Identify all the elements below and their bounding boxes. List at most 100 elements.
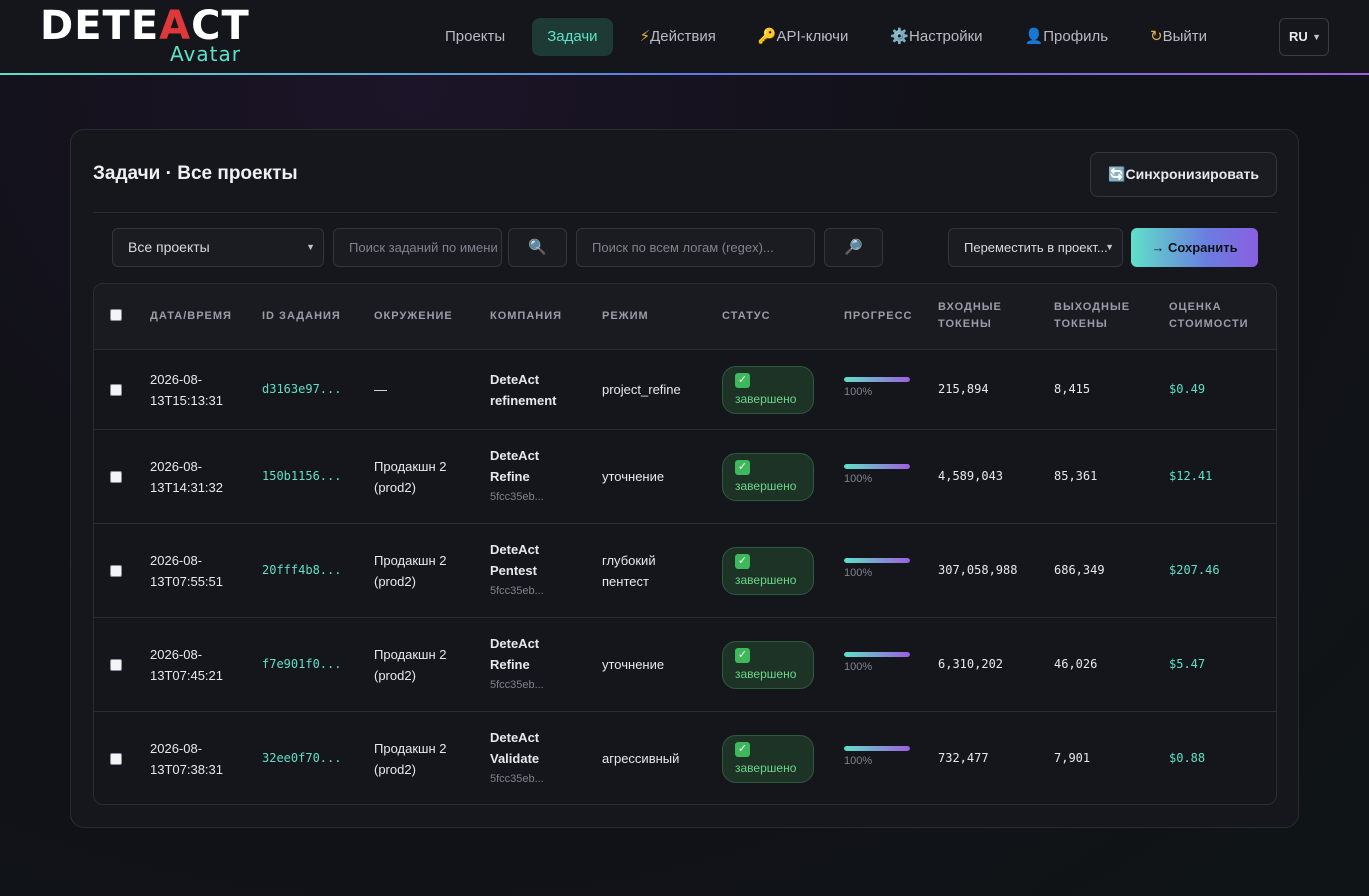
cost-estimate: $12.41 [1169, 469, 1213, 483]
environment-name: Продакшн 2 [374, 553, 447, 568]
column-header[interactable]: РЕЖИМ [602, 308, 712, 325]
nav-item-5[interactable]: 👤Профиль [1010, 18, 1123, 56]
table-row[interactable]: 2026-08- 13T07:55:51 20fff4b8... Продакшн 2… [94, 524, 1276, 618]
datetime-cell: 2026-08- 13T15:13:31 [150, 369, 223, 411]
table-row[interactable]: 2026-08- 13T15:13:31 d3163e97... — DeteAct re… [94, 350, 1276, 430]
nav-item-label: Профиль [1043, 28, 1109, 45]
table-row[interactable]: 2026-08- 13T07:45:21 f7e901f0... Продакшн 2… [94, 618, 1276, 712]
nav-item-label: Действия [650, 28, 716, 45]
nav-item-label: Задачи [547, 28, 598, 45]
nav-item-0[interactable]: Проекты [430, 18, 520, 56]
select-all-checkbox[interactable] [110, 309, 122, 321]
progress-track [844, 746, 910, 751]
company-cell: DeteAct refinement [490, 369, 556, 411]
status-text: завершено [735, 573, 797, 587]
column-header[interactable]: КОМПАНИЯ [490, 308, 600, 325]
task-id-link[interactable]: 20fff4b8... [262, 560, 341, 581]
main-nav: Проекты Задачи ⚡Действия 🔑API-ключи ⚙️Настро… [430, 18, 1234, 56]
logout-icon: ↻ [1150, 28, 1163, 45]
environment-cell: Продакшн 2 (prod2) [374, 456, 446, 498]
environment-name: Продакшн 2 [374, 741, 447, 756]
log-search-input[interactable]: Поиск по всем логам (regex)... [576, 228, 815, 267]
save-button[interactable]: → Сохранить [1131, 228, 1258, 267]
status-badge: ✓ завершено [722, 366, 814, 414]
nav-item-label: Выйти [1162, 28, 1208, 45]
search-icon: 🔎 [844, 239, 863, 256]
progress-track [844, 464, 910, 469]
mode-line1: project_refine [602, 382, 681, 397]
task-search-input[interactable]: Поиск заданий по имени [333, 228, 502, 267]
environment-name: Продакшн 2 [374, 647, 447, 662]
mode-cell: агрессивный [602, 748, 679, 769]
column-header[interactable]: ВЫХОДНЫЕ ТОКЕНЫ [1054, 299, 1154, 333]
mode-cell: уточнение [602, 466, 664, 487]
status-text: завершено [735, 392, 797, 406]
company-name-line1: DeteAct [490, 730, 540, 745]
progress-bar: 100% [844, 746, 910, 767]
company-id: 5fcc35eb... [490, 491, 544, 503]
progress-label: 100% [844, 661, 873, 673]
company-cell: DeteAct Refine 5fcc35eb... [490, 445, 544, 507]
check-icon: ✓ [735, 554, 750, 569]
table-row[interactable]: 2026-08- 13T14:31:32 150b1156... Продакшн 2… [94, 430, 1276, 524]
company-id: 5fcc35eb... [490, 679, 544, 691]
date-text: 2026-08- [150, 459, 203, 474]
column-header[interactable]: ВХОДНЫЕ ТОКЕНЫ [938, 299, 1038, 333]
company-name-line2: refinement [490, 393, 557, 408]
logo[interactable]: DETEACT Avatar [40, 6, 260, 66]
company-cell: DeteAct Validate 5fcc35eb... [490, 727, 544, 789]
column-header[interactable]: СТАТУС [722, 308, 832, 325]
company-name-line1: DeteAct [490, 372, 540, 387]
row-checkbox[interactable] [110, 471, 122, 483]
nav-item-6[interactable]: ↻Выйти [1135, 18, 1222, 56]
column-header[interactable]: ОЦЕНКА СТОИМОСТИ [1169, 299, 1269, 333]
company-id: 5fcc35eb... [490, 585, 544, 597]
row-checkbox[interactable] [110, 659, 122, 671]
task-id-link[interactable]: f7e901f0... [262, 654, 341, 675]
check-icon: ✓ [735, 742, 750, 757]
progress-bar: 100% [844, 377, 910, 398]
progress-track [844, 652, 910, 657]
progress-fill [844, 464, 910, 469]
row-checkbox[interactable] [110, 753, 122, 765]
task-search-button[interactable]: 🔍 [508, 228, 567, 267]
column-header[interactable]: ОКРУЖЕНИЕ [374, 308, 484, 325]
nav-item-1[interactable]: Задачи [532, 18, 613, 56]
cost-estimate: $0.88 [1169, 751, 1206, 765]
language-select[interactable]: RU ▼ [1279, 18, 1329, 56]
status-badge: ✓ завершено [722, 453, 814, 501]
chevron-down-icon: ▼ [1105, 242, 1114, 252]
table-header: ДАТА/ВРЕМЯ ID ЗАДАНИЯ ОКРУЖЕНИЕ КОМПАНИЯ РЕЖ… [94, 284, 1276, 350]
status-text: завершено [735, 667, 797, 681]
output-tokens: 686,349 [1054, 563, 1105, 577]
status-text: завершено [735, 761, 797, 775]
row-checkbox[interactable] [110, 384, 122, 396]
move-to-project-select[interactable]: Переместить в проект... ▼ [948, 228, 1123, 267]
cost-estimate: $207.46 [1169, 563, 1220, 577]
divider [93, 212, 1277, 213]
progress-track [844, 558, 910, 563]
time-text: 13T07:38:31 [150, 762, 224, 777]
row-checkbox[interactable] [110, 565, 122, 577]
language-value: RU [1289, 29, 1308, 44]
table-row[interactable]: 2026-08- 13T07:38:31 32ee0f70... Продакшн 2… [94, 712, 1276, 804]
project-filter-select[interactable]: Все проекты ▼ [112, 228, 324, 267]
task-id-link[interactable]: 150b1156... [262, 466, 341, 487]
environment-name: Продакшн 2 [374, 459, 447, 474]
sync-button[interactable]: 🔄Синхронизировать [1090, 152, 1277, 197]
tasks-panel: Задачи · Все проекты 🔄Синхронизировать В… [70, 129, 1299, 828]
project-filter-value: Все проекты [128, 239, 210, 255]
nav-item-2[interactable]: ⚡Действия [625, 18, 731, 56]
nav-item-4[interactable]: ⚙️Настройки [875, 18, 997, 56]
task-id-link[interactable]: d3163e97... [262, 379, 341, 400]
task-id-link[interactable]: 32ee0f70... [262, 748, 341, 769]
progress-bar: 100% [844, 652, 910, 673]
check-icon: ✓ [735, 648, 750, 663]
log-search-button[interactable]: 🔎 [824, 228, 883, 267]
environment-cell: — [374, 379, 387, 400]
nav-item-3[interactable]: 🔑API-ключи [743, 18, 863, 56]
column-header[interactable]: ID ЗАДАНИЯ [262, 308, 372, 325]
column-header[interactable]: ДАТА/ВРЕМЯ [150, 308, 260, 325]
output-tokens: 8,415 [1054, 382, 1091, 396]
check-icon: ✓ [735, 460, 750, 475]
